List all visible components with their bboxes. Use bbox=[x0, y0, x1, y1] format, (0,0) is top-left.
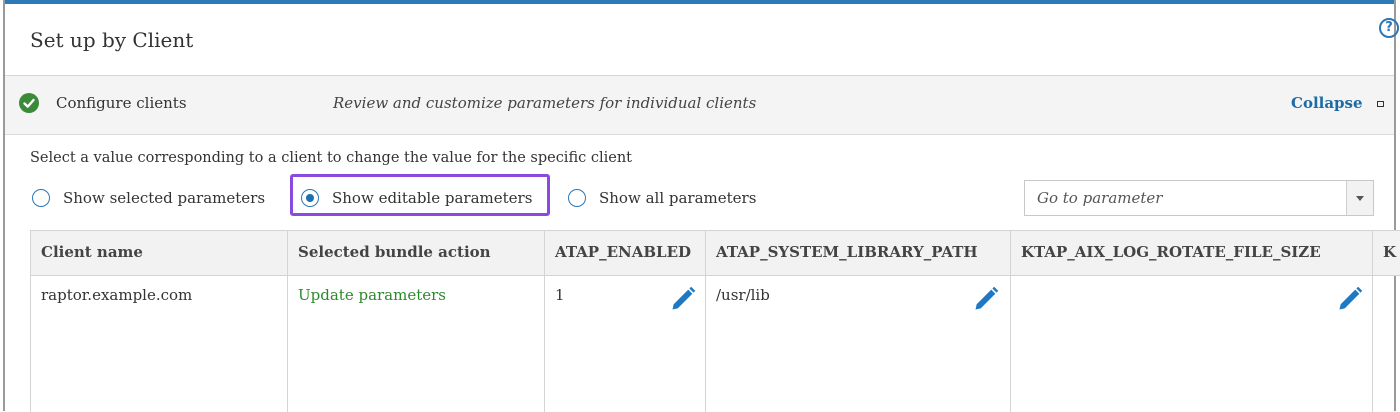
setup-panel: Set up by Client ? Configure clients Rev… bbox=[3, 0, 1400, 412]
column-header-bundle-action[interactable]: Selected bundle action bbox=[288, 231, 545, 275]
cell-atap-system-library-path: /usr/lib bbox=[706, 276, 1011, 412]
column-header-truncated[interactable]: K bbox=[1373, 231, 1400, 275]
column-header-ktap-aix-log-rotate-file-size[interactable]: KTAP_AIX_LOG_ROTATE_FILE_SIZE bbox=[1011, 231, 1373, 275]
table-row: raptor.example.com Update parameters 1 /… bbox=[31, 276, 1400, 412]
column-header-atap-enabled[interactable]: ATAP_ENABLED bbox=[545, 231, 706, 275]
cell-ktap-aix-log-rotate-file-size bbox=[1011, 276, 1373, 412]
go-to-parameter-placeholder: Go to parameter bbox=[1037, 189, 1163, 207]
radio-label: Show all parameters bbox=[599, 189, 757, 207]
collapse-square-icon[interactable] bbox=[1377, 101, 1384, 107]
check-circle-icon bbox=[19, 93, 39, 113]
cell-truncated bbox=[1373, 276, 1400, 412]
column-header-atap-system-library-path[interactable]: ATAP_SYSTEM_LIBRARY_PATH bbox=[706, 231, 1011, 275]
instruction-text: Select a value corresponding to a client… bbox=[30, 150, 632, 166]
help-icon[interactable]: ? bbox=[1379, 18, 1399, 38]
cell-value: 1 bbox=[555, 286, 565, 304]
page-title: Set up by Client bbox=[30, 28, 194, 52]
radio-button-icon[interactable] bbox=[32, 189, 50, 207]
radio-label: Show selected parameters bbox=[63, 189, 266, 207]
cell-value: /usr/lib bbox=[716, 286, 770, 304]
selection-highlight-box bbox=[290, 174, 550, 216]
clients-table: Client name Selected bundle action ATAP_… bbox=[30, 230, 1400, 412]
caret-down-icon[interactable] bbox=[1346, 181, 1373, 215]
pencil-icon[interactable] bbox=[1336, 285, 1364, 313]
collapse-link[interactable]: Collapse bbox=[1291, 94, 1363, 112]
cell-atap-enabled: 1 bbox=[545, 276, 706, 412]
step-description: Review and customize parameters for indi… bbox=[333, 94, 757, 112]
step-row: Configure clients Review and customize p… bbox=[5, 76, 1394, 135]
column-header-client-name[interactable]: Client name bbox=[31, 231, 288, 275]
pencil-icon[interactable] bbox=[669, 285, 697, 313]
panel-header: Set up by Client ? bbox=[5, 4, 1399, 76]
table-header: Client name Selected bundle action ATAP_… bbox=[31, 231, 1400, 276]
step-name: Configure clients bbox=[56, 94, 187, 112]
cell-client-name: raptor.example.com bbox=[31, 276, 288, 412]
pencil-icon[interactable] bbox=[972, 285, 1000, 313]
radio-button-icon[interactable] bbox=[568, 189, 586, 207]
cell-bundle-action: Update parameters bbox=[288, 276, 545, 412]
go-to-parameter-select[interactable]: Go to parameter bbox=[1024, 180, 1374, 216]
